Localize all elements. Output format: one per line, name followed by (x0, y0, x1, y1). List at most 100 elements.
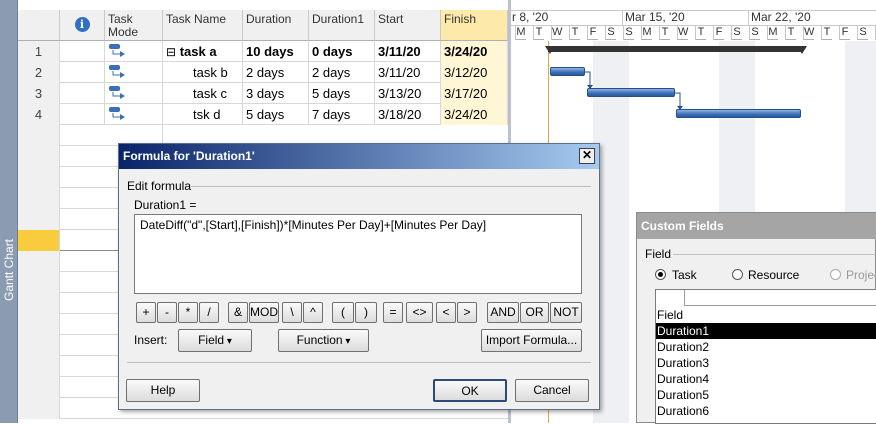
task-mode-cell[interactable] (105, 41, 163, 62)
task-mode-cell[interactable] (105, 104, 163, 125)
op-minus-button[interactable]: - (157, 302, 177, 323)
dialog-title: Formula for 'Duration1' (119, 144, 599, 169)
task-radio-label: Task (672, 268, 697, 282)
row-number: 2 (18, 62, 60, 83)
dialog-title: Custom Fields (637, 213, 876, 239)
duration-cell[interactable]: 10 days (243, 41, 309, 62)
function-dropdown-button[interactable]: Function (278, 329, 369, 352)
op-divide-button[interactable]: / (199, 302, 219, 323)
row-number-header (18, 10, 60, 41)
op-caret-button[interactable]: ^ (303, 302, 323, 323)
task-name-cell[interactable]: ⊟ task a (163, 41, 243, 62)
start-cell[interactable]: 3/18/20 (375, 104, 441, 125)
indicator-cell (60, 62, 105, 83)
task-mode-cell[interactable] (105, 62, 163, 83)
start-cell[interactable]: 3/13/20 (375, 83, 441, 104)
close-button[interactable]: ✕ (579, 148, 595, 164)
list-item[interactable]: Duration6 (656, 403, 876, 419)
auto-schedule-icon (109, 86, 125, 99)
help-button[interactable]: Help (126, 379, 200, 402)
cancel-button[interactable]: Cancel (515, 379, 589, 402)
gantt-chart-view-bar[interactable]: Gantt Chart (0, 0, 18, 423)
finish-cell[interactable]: 3/17/20 (441, 83, 508, 104)
row-number: 4 (18, 104, 60, 125)
edit-formula-label: Edit formula (127, 179, 192, 193)
field-name-label: Duration1 = (134, 198, 197, 212)
list-item[interactable]: Duration5 (656, 387, 876, 403)
op-plus-button[interactable]: + (136, 302, 156, 323)
table-row[interactable]: 4 tsk d 5 days 7 days 3/18/20 3/24/20 (18, 104, 508, 125)
op-or-button[interactable]: OR (520, 302, 549, 323)
start-cell[interactable]: 3/11/20 (375, 41, 441, 62)
op-multiply-button[interactable]: * (178, 302, 198, 323)
insert-label: Insert: (134, 333, 168, 347)
duration-cell[interactable]: 5 days (243, 104, 309, 125)
indicators-header[interactable]: i (60, 10, 105, 41)
list-item[interactable]: Duration3 (656, 355, 876, 371)
formula-dialog: Formula for 'Duration1' ✕ Edit formula D… (118, 143, 600, 410)
duration1-cell[interactable]: 0 days (309, 41, 375, 62)
duration1-cell[interactable]: 2 days (309, 62, 375, 83)
task-mode-cell[interactable] (105, 83, 163, 104)
collapse-icon[interactable]: ⊟ (166, 45, 176, 59)
op-and-button[interactable]: AND (487, 302, 519, 323)
list-item[interactable]: Duration4 (656, 371, 876, 387)
task-name-cell[interactable]: tsk d (163, 104, 243, 125)
row-number (18, 356, 60, 377)
duration1-cell[interactable]: 5 days (309, 83, 375, 104)
table-row[interactable]: 3 task c 3 days 5 days 3/13/20 3/17/20 (18, 83, 508, 104)
op-open-paren-button[interactable]: ( (332, 302, 354, 323)
op-mod-button[interactable]: MOD (249, 302, 279, 323)
op-equals-button[interactable]: = (383, 302, 403, 323)
indicator-cell (60, 41, 105, 62)
dependency-links (585, 71, 683, 110)
project-radio[interactable] (830, 269, 841, 280)
table-row[interactable]: 2 task b 2 days 2 days 3/11/20 3/12/20 (18, 62, 508, 83)
op-not-button[interactable]: NOT (550, 302, 582, 323)
finish-cell[interactable]: 3/12/20 (441, 62, 508, 83)
op-close-paren-button[interactable]: ) (355, 302, 377, 323)
table-row[interactable]: 1 ⊟ task a 10 days 0 days 3/11/20 3/24/2… (18, 41, 508, 62)
duration-header[interactable]: Duration (243, 10, 309, 41)
row-number (18, 167, 60, 188)
task-name-cell[interactable]: task c (163, 83, 243, 104)
duration-cell[interactable]: 3 days (243, 83, 309, 104)
start-header[interactable]: Start (375, 10, 441, 41)
op-concat-button[interactable]: & (228, 302, 248, 323)
duration1-header[interactable]: Duration1 (309, 10, 375, 41)
finish-cell[interactable]: 3/24/20 (441, 104, 508, 125)
resource-radio[interactable] (732, 269, 743, 280)
duration1-cell[interactable]: 7 days (309, 104, 375, 125)
finish-header[interactable]: Finish (441, 10, 508, 41)
row-number (18, 188, 60, 209)
task-mode-header[interactable]: Task Mode (105, 10, 163, 41)
task-radio[interactable] (655, 269, 666, 280)
field-search-input[interactable] (684, 290, 876, 306)
row-number (18, 314, 60, 335)
op-not-equal-button[interactable]: <> (406, 302, 433, 323)
import-formula-button[interactable]: Import Formula... (481, 329, 582, 352)
list-item[interactable]: Duration1 (656, 323, 876, 339)
task-name-header[interactable]: Task Name (163, 10, 243, 41)
start-cell[interactable]: 3/11/20 (375, 62, 441, 83)
row-number (18, 146, 60, 167)
task-name-cell[interactable]: task b (163, 62, 243, 83)
finish-cell[interactable]: 3/24/20 (441, 41, 508, 62)
formula-textarea[interactable]: DateDiff("d",[Start],[Finish])*[Minutes … (134, 214, 582, 294)
op-backslash-button[interactable]: \ (282, 302, 302, 323)
field-dropdown-button[interactable]: Field (178, 329, 252, 352)
indicator-cell (60, 83, 105, 104)
auto-schedule-icon (109, 65, 125, 78)
auto-schedule-icon (109, 44, 125, 57)
duration-cell[interactable]: 2 days (243, 62, 309, 83)
field-list[interactable]: Field Duration1 Duration2 Duration3 Dura… (655, 289, 876, 424)
resource-radio-label: Resource (748, 268, 800, 282)
row-number (18, 398, 60, 419)
op-greater-than-button[interactable]: > (457, 302, 477, 323)
op-less-than-button[interactable]: < (436, 302, 456, 323)
ok-button[interactable]: OK (433, 379, 507, 402)
list-item[interactable]: Duration2 (656, 339, 876, 355)
indicator-cell (60, 104, 105, 125)
auto-schedule-icon (109, 107, 125, 120)
row-number (18, 335, 60, 356)
